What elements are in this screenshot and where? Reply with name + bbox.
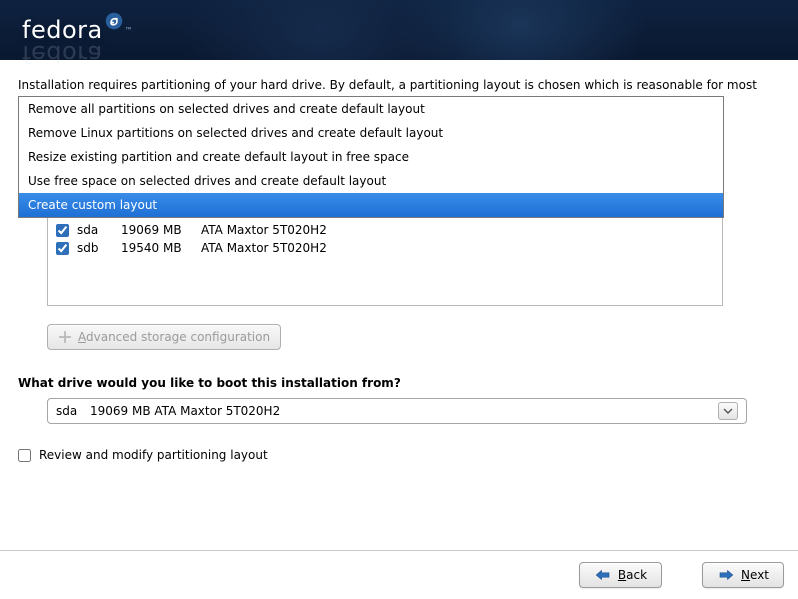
dropdown-option[interactable]: Remove Linux partitions on selected driv…: [19, 121, 723, 145]
drive-model: ATA Maxtor 5T020H2: [201, 241, 327, 255]
intro-text: Installation requires partitioning of yo…: [18, 78, 780, 92]
review-checkbox-input[interactable]: [18, 449, 31, 462]
review-checkbox-label: Review and modify partitioning layout: [39, 448, 268, 462]
dropdown-option[interactable]: Use free space on selected drives and cr…: [19, 169, 723, 193]
drive-model: ATA Maxtor 5T020H2: [201, 223, 327, 237]
next-button[interactable]: Next: [702, 562, 784, 588]
fedora-logo: fedora fedora ™: [22, 16, 133, 44]
header-banner: fedora fedora ™: [0, 0, 798, 60]
drive-row[interactable]: sdb 19540 MB ATA Maxtor 5T020H2: [48, 239, 722, 257]
drive-dev: sda: [77, 223, 113, 237]
review-partitioning-checkbox[interactable]: Review and modify partitioning layout: [18, 448, 780, 462]
drive-size: 19540 MB: [121, 241, 193, 255]
plus-icon: [58, 330, 72, 344]
dropdown-option[interactable]: Create custom layout: [19, 193, 723, 217]
drive-checkbox[interactable]: [56, 224, 69, 237]
dropdown-option[interactable]: Remove all partitions on selected drives…: [19, 97, 723, 121]
boot-drive-label: What drive would you like to boot this i…: [18, 376, 780, 390]
boot-select-details: 19069 MB ATA Maxtor 5T020H2: [90, 404, 712, 418]
logo-reflection: fedora: [22, 40, 103, 68]
drive-size: 19069 MB: [121, 223, 193, 237]
advanced-storage-button: Advanced storage configuration: [47, 324, 281, 350]
fedora-infinity-icon: [105, 12, 123, 30]
arrow-right-icon: [717, 568, 735, 582]
drive-checkbox[interactable]: [56, 242, 69, 255]
partition-layout-dropdown[interactable]: Remove all partitions on selected drives…: [18, 96, 724, 218]
boot-drive-select[interactable]: sda 19069 MB ATA Maxtor 5T020H2: [47, 398, 747, 424]
chevron-down-icon[interactable]: [718, 402, 738, 420]
boot-select-dev: sda: [56, 404, 90, 418]
drive-dev: sdb: [77, 241, 113, 255]
dropdown-option[interactable]: Resize existing partition and create def…: [19, 145, 723, 169]
advanced-storage-label: Advanced storage configuration: [78, 330, 270, 344]
back-button[interactable]: Back: [579, 562, 662, 588]
drive-row[interactable]: sda 19069 MB ATA Maxtor 5T020H2: [48, 221, 722, 239]
trademark-icon: ™: [125, 26, 133, 35]
next-label: Next: [741, 568, 769, 582]
arrow-left-icon: [594, 568, 612, 582]
drive-selection-list: sda 19069 MB ATA Maxtor 5T020H2 sdb 19540 MB…: [47, 218, 723, 306]
main-content: Installation requires partitioning of yo…: [0, 60, 798, 480]
back-label: Back: [618, 568, 647, 582]
footer-nav: Back Next: [0, 550, 798, 599]
